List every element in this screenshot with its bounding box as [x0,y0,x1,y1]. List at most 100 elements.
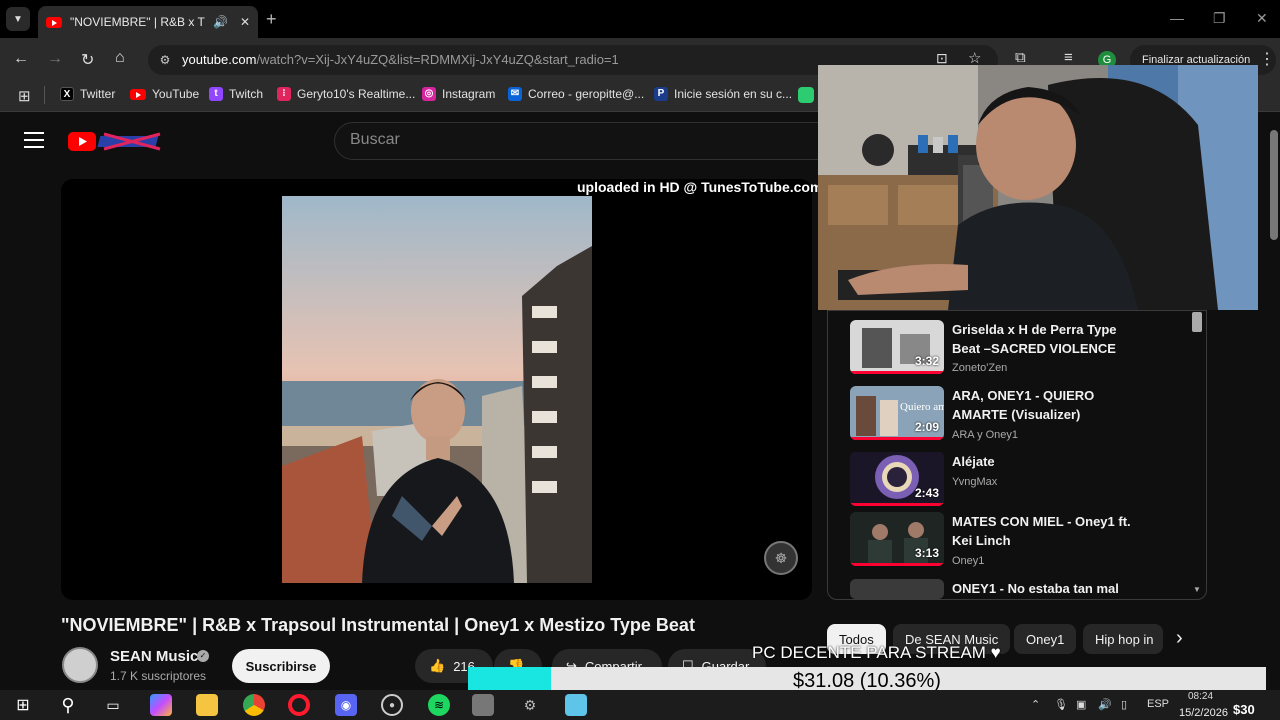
youtube-logo[interactable] [68,130,164,152]
youtube-favicon-icon [46,16,62,28]
watch-progress-bar [850,503,944,506]
video-thumbnail[interactable]: 3:32 [850,320,944,374]
youtube-icon [130,88,146,100]
video-thumbnail[interactable]: Quiero amarte 2:09 [850,386,944,440]
windows-taskbar [0,690,1280,720]
thumbs-up-icon: 👍 [429,658,446,673]
guide-menu-button[interactable] [24,132,44,148]
paypal-icon: P [654,87,668,101]
store-icon[interactable] [472,694,494,716]
mail-icon: ✉ [508,87,522,101]
apps-grid-icon[interactable]: ⊞ [18,87,31,105]
chevron-up-icon[interactable]: ⌃ [1031,698,1040,711]
chrome-icon[interactable] [243,694,265,716]
subscribe-button[interactable]: Suscribirse [232,649,330,683]
video-title[interactable]: Aléjate [952,452,1132,471]
channel-name[interactable]: SEAN Music [110,648,198,665]
page-scrollbar[interactable] [1268,118,1280,638]
playlist-scrollbar[interactable] [1192,312,1202,332]
channel-name[interactable]: Oney1 [952,555,984,567]
close-window-button[interactable]: ✕ [1256,10,1268,27]
home-button[interactable]: ⌂ [115,49,125,67]
channel-name[interactable]: YvngMax [952,476,997,488]
url-text[interactable]: youtube.com/watch?v=Xij-JxY4uZQ&list=RDM… [182,52,619,67]
clock-time[interactable]: 08:24 [1188,691,1213,702]
bookmark-label: Correo - geropitte@... [528,87,645,101]
network-icon[interactable]: ▣ [1076,698,1086,711]
back-button[interactable]: ← [13,50,29,68]
chevron-right-icon[interactable]: › [1176,627,1183,650]
language-indicator[interactable]: ESP [1147,698,1169,710]
list-item[interactable]: 3:13 MATES CON MIEL - Oney1 ft. Kei Linc… [850,512,1150,572]
reload-button[interactable]: ↻ [81,50,94,70]
minimize-button[interactable]: — [1170,10,1184,26]
new-tab-button[interactable]: + [266,9,277,30]
bookmark-extra-icon[interactable] [798,87,814,103]
opera-icon[interactable] [288,694,310,716]
app-icon[interactable]: ⚙ [519,694,541,716]
video-title[interactable]: MATES CON MIEL - Oney1 ft. Kei Linch [952,512,1132,550]
bookmark-label: Twitch [229,87,264,101]
copilot-icon[interactable] [150,694,172,716]
subscriber-count: 1.7 K suscriptores [110,669,207,683]
video-title[interactable]: Griselda x H de Perra Type Beat –SACRED … [952,320,1132,358]
windows-start-icon[interactable]: ⊞ [12,694,34,716]
search-input[interactable] [334,122,834,160]
list-item[interactable]: ONEY1 - No estaba tan mal [850,579,1150,599]
chip-hip-hop[interactable]: Hip hop in [1083,624,1163,654]
restore-button[interactable]: ❐ [1213,10,1226,27]
extensions-icon[interactable]: ⧉ [1015,49,1026,66]
bookmark-label: YouTube [152,87,200,101]
bookmark-mail[interactable]: ✉ Correo - geropitte@... [508,87,644,101]
bookmark-twitch[interactable]: t Twitch [209,87,263,101]
duration-badge: 3:13 [914,546,939,560]
search-icon[interactable]: ⚲ [57,694,79,716]
scroll-down-icon[interactable]: ▼ [1193,585,1201,594]
media-control-icon[interactable]: ≡ [1064,49,1073,66]
active-tab[interactable]: "NOVIEMBRE" | R&B x Trapsoul 🔊 ✕ [38,6,258,38]
search-placeholder: Buscar [350,131,400,148]
channel-watermark-icon[interactable]: ☸ [764,541,798,575]
forward-button[interactable]: → [47,50,63,68]
bookmark-paypal[interactable]: P Inicie sesión en su c... [654,87,792,101]
bookmark-youtube[interactable]: YouTube [130,87,199,101]
watch-progress-bar [850,563,944,566]
video-thumbnail[interactable]: 2:43 [850,452,944,506]
site-info-icon[interactable]: ⚙ [156,51,174,69]
microphone-icon[interactable]: 🎙 [1054,698,1068,711]
list-item[interactable]: Quiero amarte 2:09 ARA, ONEY1 - QUIERO AM… [850,386,1150,446]
bookmark-twitter[interactable]: X Twitter [60,87,115,101]
clock-date[interactable]: 15/2/2026 [1179,707,1228,719]
bookmark-label: Instagram [442,87,496,101]
channel-name[interactable]: Zoneto'Zen [952,362,1007,374]
task-view-icon[interactable]: ▭ [102,694,124,716]
spotify-icon[interactable]: ≋ [428,694,450,716]
video-title[interactable]: ARA, ONEY1 - QUIERO AMARTE (Visualizer) [952,386,1132,424]
video-thumbnail[interactable]: 3:13 [850,512,944,566]
scrollbar-thumb[interactable] [1270,130,1278,240]
battery-icon[interactable]: ▯ [1121,698,1127,711]
menu-dots-icon[interactable]: ⋮ [1259,49,1275,69]
channel-name[interactable]: ARA y Oney1 [952,429,1018,441]
video-thumbnail[interactable] [850,579,944,599]
app-window-icon[interactable] [565,694,587,716]
webcam-overlay [818,65,1258,310]
obs-icon[interactable]: ● [381,694,403,716]
avatar[interactable] [62,647,98,683]
bookmark-instagram[interactable]: ◎ Instagram [422,87,495,101]
discord-icon[interactable]: ◉ [335,694,357,716]
watch-progress-bar [850,371,944,374]
video-artwork [282,196,592,583]
file-explorer-icon[interactable] [196,694,218,716]
watch-progress-bar [850,437,944,440]
tab-search-button[interactable]: ▼ [6,7,30,31]
chip-oney1[interactable]: Oney1 [1014,624,1077,654]
list-item[interactable]: 3:32 Griselda x H de Perra Type Beat –SA… [850,320,1150,380]
speaker-icon[interactable]: 🔊 [213,15,228,29]
video-title[interactable]: ONEY1 - No estaba tan mal [952,579,1132,598]
close-icon[interactable]: ✕ [240,15,250,29]
list-item[interactable]: 2:43 Aléjate YvngMax [850,452,1150,512]
volume-icon[interactable]: 🔊 [1098,698,1112,711]
bookmark-realtime[interactable]: ⁝ Geryto10's Realtime... [277,87,415,101]
duration-badge: 3:32 [914,354,939,368]
